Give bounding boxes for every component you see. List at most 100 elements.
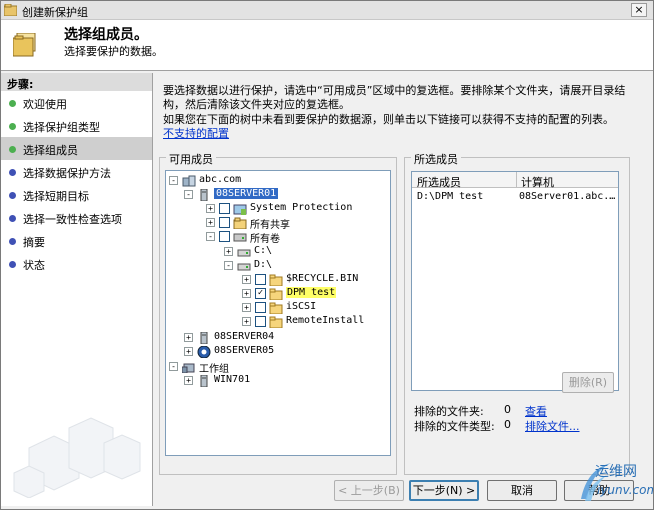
instructions: 要选择数据以进行保护，请选中“可用成员”区域中的复选框。要排除某个文件夹，请展开… <box>163 84 643 141</box>
watermark-domain: iyunv.com <box>597 483 654 497</box>
system-protection-icon <box>233 204 247 215</box>
collapse-icon[interactable]: - <box>224 261 233 270</box>
site-watermark: 运维网 iyunv.com <box>575 455 653 505</box>
expand-icon[interactable]: + <box>242 317 251 326</box>
expand-icon[interactable]: + <box>206 218 215 227</box>
column-header-computer[interactable]: 计算机 <box>516 172 554 189</box>
tree-node-label: 08SERVER05 <box>214 345 275 356</box>
collapse-icon[interactable]: - <box>169 176 178 185</box>
collapse-icon[interactable]: - <box>184 190 193 199</box>
step-status-icon <box>9 100 16 107</box>
back-button[interactable]: < 上一步(B) <box>334 480 404 501</box>
folder-icon <box>269 316 283 328</box>
watermark-text: 运维网 <box>595 464 637 480</box>
wizard-header: 选择组成员。 选择要保护的数据。 <box>1 20 653 71</box>
next-button[interactable]: 下一步(N) > <box>409 480 479 501</box>
tree-node-checkbox[interactable] <box>219 231 230 242</box>
app-icon <box>4 4 17 16</box>
tree-node-label: $RECYCLE.BIN <box>286 273 359 284</box>
tree-node-checkbox[interactable]: ✓ <box>255 288 266 299</box>
step-status-icon <box>9 192 16 199</box>
step-status-icon <box>9 261 16 268</box>
tree-node-checkbox[interactable] <box>219 203 230 214</box>
list-item[interactable]: D:\DPM test 08Server01.abc.… <box>412 188 618 204</box>
step-item: 选择组成员 <box>1 137 152 160</box>
step-label: 选择数据保护方法 <box>23 167 111 180</box>
dpm-server-icon <box>197 346 211 358</box>
title-bar: 创建新保护组 × <box>1 1 653 20</box>
cancel-button[interactable]: 取消 <box>487 480 557 501</box>
expand-icon[interactable]: + <box>184 376 193 385</box>
remove-button[interactable]: 删除(R) <box>562 372 614 393</box>
tree-node-label: System Protection <box>250 202 353 213</box>
step-item: 选择数据保护方法 <box>1 160 152 183</box>
tree-node-label: 所有卷 <box>250 234 280 245</box>
step-status-icon <box>9 238 16 245</box>
step-label: 状态 <box>23 259 45 272</box>
row-computer: 08Server01.abc.… <box>519 191 616 202</box>
step-label: 选择保护组类型 <box>23 121 100 134</box>
excluded-folders-label: 排除的文件夹: <box>414 405 484 418</box>
window-title: 创建新保护组 <box>22 6 88 19</box>
tree-node-label: RemoteInstall <box>286 315 365 326</box>
collapse-icon[interactable]: - <box>206 232 215 241</box>
folder-icon <box>269 274 283 286</box>
unsupported-config-link[interactable]: 不支持的配置 <box>163 127 229 140</box>
share-icon <box>233 217 247 229</box>
close-button[interactable]: × <box>631 3 647 17</box>
expand-icon[interactable]: + <box>242 303 251 312</box>
drive-icon <box>237 263 251 271</box>
step-item: 摘要 <box>1 229 152 252</box>
wizard-window: 创建新保护组 × 选择组成员。 选择要保护的数据。 步骤: 欢迎使用选择保护组类… <box>0 0 654 510</box>
selected-members-group: 所选成员 所选成员 计算机 D:\DPM test 08Server01.abc… <box>404 151 630 475</box>
main-panel: 要选择数据以进行保护，请选中“可用成员”区域中的复选框。要排除某个文件夹，请展开… <box>154 73 653 475</box>
page-title: 选择组成员。 <box>64 27 148 43</box>
step-label: 选择短期目标 <box>23 190 89 203</box>
domain-icon <box>182 175 196 187</box>
tree-node-label: WIN701 <box>214 374 251 385</box>
folder-icon <box>269 288 283 300</box>
step-item: 欢迎使用 <box>1 91 152 114</box>
step-item: 选择短期目标 <box>1 183 152 206</box>
collapse-icon[interactable]: - <box>169 362 178 371</box>
volumes-icon <box>233 233 247 242</box>
row-member: D:\DPM test <box>417 191 484 202</box>
tree-node-checkbox[interactable] <box>255 316 266 327</box>
step-label: 选择组成员 <box>23 144 78 157</box>
expand-icon[interactable]: + <box>224 247 233 256</box>
instructions-line1: 要选择数据以进行保护，请选中“可用成员”区域中的复选框。要排除某个文件夹，请展开… <box>163 84 626 111</box>
available-members-group: 可用成员 - abc.com -08SERVER01 + System Protecti… <box>159 151 397 475</box>
tree-node-label: DPM test <box>286 287 337 298</box>
selected-members-list[interactable]: 所选成员 计算机 D:\DPM test 08Server01.abc.… <box>411 171 619 391</box>
step-status-icon <box>9 215 16 222</box>
step-label: 选择一致性检查选项 <box>23 213 122 226</box>
expand-icon[interactable]: + <box>184 333 193 342</box>
tree-node-checkbox[interactable] <box>219 217 230 228</box>
page-subtitle: 选择要保护的数据。 <box>64 45 163 58</box>
excluded-folders-count: 0 <box>504 403 511 416</box>
expand-icon[interactable]: + <box>206 204 215 213</box>
steps-heading: 步骤: <box>1 73 152 91</box>
view-excluded-link[interactable]: 查看 <box>525 403 547 419</box>
tree-node-label: D:\ <box>254 259 273 270</box>
excluded-types-label: 排除的文件类型: <box>414 420 495 433</box>
tree-node-checkbox[interactable] <box>255 274 266 285</box>
server-icon <box>200 332 208 344</box>
tree-node-label: abc.com <box>199 174 242 185</box>
workgroup-icon <box>182 363 195 373</box>
tree-node-checkbox[interactable] <box>255 302 266 313</box>
servers-watermark-graphic <box>13 417 141 498</box>
expand-icon[interactable]: + <box>242 289 251 298</box>
expand-icon[interactable]: + <box>184 347 193 356</box>
step-status-icon <box>9 123 16 130</box>
steps-panel: 步骤: 欢迎使用选择保护组类型 选择组成员选择数据保护方法 选择短期目标选择一致性检… <box>1 73 153 506</box>
available-members-label: 可用成员 <box>166 151 216 167</box>
step-label: 摘要 <box>23 236 45 249</box>
tree-node-label: C:\ <box>254 245 273 256</box>
server-icon <box>200 375 208 387</box>
member-tree[interactable]: - abc.com -08SERVER01 + System Protection + 所有… <box>165 170 391 456</box>
drive-icon <box>237 249 251 257</box>
excluded-types-count: 0 <box>504 418 511 431</box>
exclude-files-link[interactable]: 排除文件... <box>525 418 580 434</box>
expand-icon[interactable]: + <box>242 275 251 284</box>
